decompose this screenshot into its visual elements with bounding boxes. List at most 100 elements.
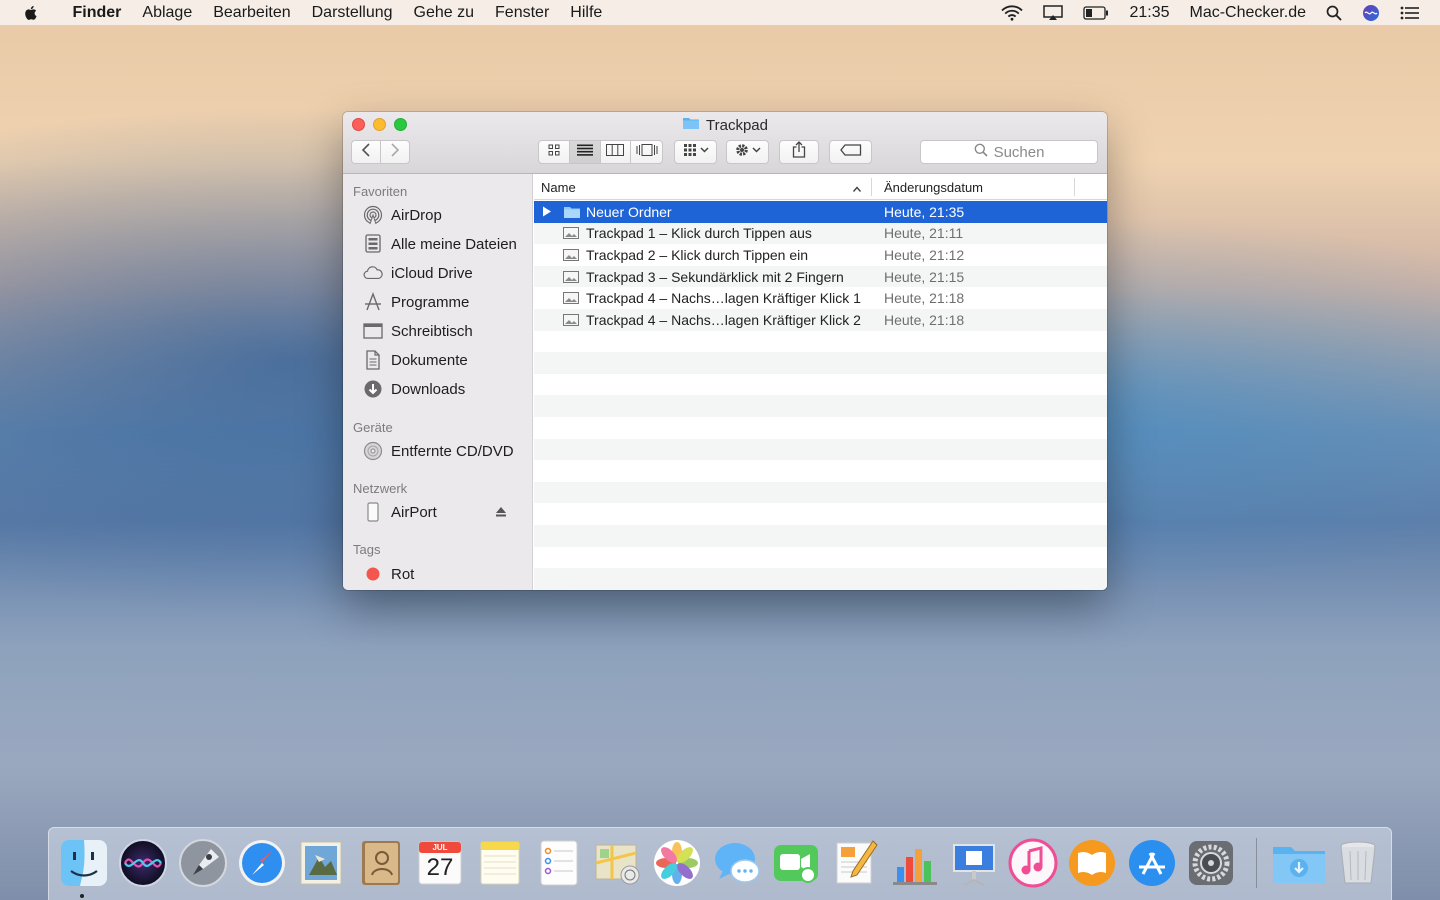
column-name-header[interactable]: Name [541, 180, 576, 195]
trash-icon[interactable] [1332, 837, 1384, 889]
notes-icon[interactable] [474, 837, 526, 889]
siri-menu-icon[interactable] [1362, 4, 1380, 22]
photos-icon[interactable] [651, 837, 703, 889]
desktop-icon [363, 321, 383, 341]
system-preferences-icon[interactable] [1185, 837, 1237, 889]
window-toolbar: Trackpad Suchen [343, 112, 1107, 174]
empty-row [534, 568, 1107, 590]
folder-icon [682, 116, 700, 134]
sidebar-item-remote-disc[interactable]: Entfernte CD/DVD [363, 440, 514, 462]
menu-clock[interactable]: 21:35 [1129, 4, 1169, 22]
back-button[interactable] [352, 141, 381, 163]
ibooks-icon[interactable] [1066, 837, 1118, 889]
empty-row [534, 481, 1107, 504]
safari-icon[interactable] [236, 837, 288, 889]
file-name: Trackpad 2 – Klick durch Tippen ein [586, 246, 809, 263]
file-date: Heute, 21:11 [884, 225, 964, 242]
keynote-icon[interactable] [948, 837, 1000, 889]
table-row[interactable]: Trackpad 2 – Klick durch Tippen ein Heut… [534, 244, 1107, 266]
image-file-icon [563, 225, 581, 241]
sidebar-item-label: iCloud Drive [391, 264, 473, 282]
icon-view-button[interactable] [539, 141, 570, 163]
table-row[interactable]: Trackpad 3 – Sekundärklick mit 2 Fingern… [534, 265, 1107, 288]
pages-icon[interactable] [829, 837, 881, 889]
notification-center-icon[interactable] [1400, 5, 1420, 21]
search-field[interactable]: Suchen [920, 140, 1098, 164]
numbers-icon[interactable] [889, 837, 941, 889]
action-menu-button[interactable] [726, 140, 769, 164]
airdrop-icon [363, 205, 383, 225]
tags-button[interactable] [829, 140, 872, 164]
sidebar-item-desktop[interactable]: Schreibtisch [363, 320, 473, 342]
sidebar-item-label: AirDrop [391, 206, 442, 224]
arrange-button[interactable] [674, 140, 717, 164]
battery-icon[interactable] [1083, 5, 1109, 20]
column-date-header[interactable]: Änderungsdatum [884, 180, 983, 195]
menu-ablage[interactable]: Ablage [132, 0, 203, 25]
table-row[interactable]: Trackpad 4 – Nachs…lagen Kräftiger Klick… [534, 287, 1107, 309]
eject-icon[interactable] [495, 504, 507, 521]
reminders-icon[interactable] [533, 837, 585, 889]
sidebar-item-label: Downloads [391, 380, 466, 398]
sidebar-item-label: Programme [391, 293, 470, 311]
menu-bar: Finder Ablage Bearbeiten Darstellung Geh… [0, 0, 1440, 25]
file-date: Heute, 21:35 [884, 203, 965, 220]
messages-icon[interactable] [711, 837, 763, 889]
share-button[interactable] [779, 140, 819, 164]
menu-gehe-zu[interactable]: Gehe zu [403, 0, 484, 25]
sidebar-item-airport[interactable]: AirPort [363, 501, 523, 523]
cover-flow-button[interactable] [631, 141, 662, 163]
sidebar-item-icloud-drive[interactable]: iCloud Drive [363, 262, 473, 284]
spotlight-icon[interactable] [1326, 5, 1342, 21]
finder-icon[interactable] [58, 837, 110, 889]
all-files-icon [363, 234, 383, 254]
column-divider[interactable] [871, 178, 872, 196]
menu-darstellung[interactable]: Darstellung [301, 0, 403, 25]
menu-app-name[interactable]: Finder [62, 0, 132, 25]
menu-fenster[interactable]: Fenster [485, 0, 560, 25]
applications-icon [363, 292, 383, 312]
dock-separator [1256, 838, 1257, 888]
sort-ascending-icon [852, 181, 862, 196]
sidebar-item-documents[interactable]: Dokumente [363, 349, 468, 371]
sidebar-item-applications[interactable]: Programme [363, 291, 469, 313]
image-file-icon [563, 312, 581, 328]
appstore-icon[interactable] [1126, 837, 1178, 889]
arrange-grid-icon [683, 143, 709, 162]
view-mode-control [538, 140, 663, 164]
list-view-button[interactable] [569, 141, 601, 163]
menu-hilfe[interactable]: Hilfe [560, 0, 613, 25]
apple-menu-icon[interactable] [22, 4, 40, 22]
itunes-icon[interactable] [1007, 837, 1059, 889]
file-name: Trackpad 4 – Nachs…lagen Kräftiger Klick… [586, 311, 861, 328]
table-row[interactable]: Neuer Ordner Heute, 21:35 [534, 201, 1107, 223]
column-divider[interactable] [1074, 178, 1075, 196]
sidebar-item-all-files[interactable]: Alle meine Dateien [363, 233, 517, 255]
maps-icon[interactable] [592, 837, 644, 889]
airplay-icon[interactable] [1043, 4, 1064, 21]
sidebar-item-label: AirPort [391, 503, 437, 521]
wifi-icon[interactable] [1001, 4, 1024, 21]
disclosure-triangle-icon[interactable] [542, 204, 552, 220]
file-name: Trackpad 4 – Nachs…lagen Kräftiger Klick… [586, 290, 861, 307]
image-file-icon [563, 290, 581, 306]
table-row[interactable]: Trackpad 1 – Klick durch Tippen aus Heut… [534, 222, 1107, 245]
downloads-icon [363, 379, 383, 399]
mail-icon[interactable] [295, 837, 347, 889]
facetime-icon[interactable] [770, 837, 822, 889]
menu-bearbeiten[interactable]: Bearbeiten [203, 0, 301, 25]
sidebar-item-airdrop[interactable]: AirDrop [363, 204, 442, 226]
empty-row [534, 395, 1107, 417]
file-date: Heute, 21:12 [884, 246, 965, 263]
calendar-icon[interactable]: JUL 27 [414, 837, 466, 889]
launchpad-icon[interactable] [177, 837, 229, 889]
forward-button[interactable] [381, 141, 409, 163]
sidebar-item-tag-red[interactable]: Rot [363, 563, 414, 585]
column-view-button[interactable] [601, 141, 632, 163]
menu-user-name[interactable]: Mac-Checker.de [1190, 4, 1307, 22]
table-row[interactable]: Trackpad 4 – Nachs…lagen Kräftiger Klick… [534, 308, 1107, 331]
siri-icon[interactable] [117, 837, 169, 889]
contacts-icon[interactable] [354, 837, 406, 889]
sidebar-item-downloads[interactable]: Downloads [363, 378, 465, 400]
downloads-folder-icon[interactable] [1271, 837, 1325, 889]
